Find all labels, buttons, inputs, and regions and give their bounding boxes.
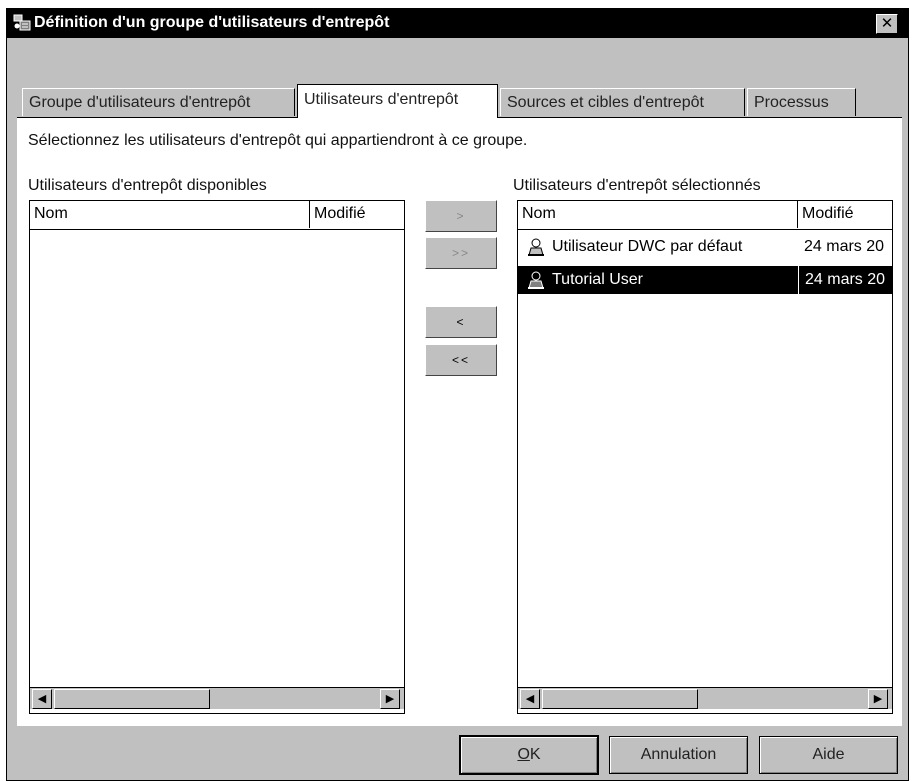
help-button[interactable]: Aide [759,736,898,774]
user-name: Tutorial User [552,271,643,288]
arrow-left-icon: ◀ [37,693,47,705]
available-hscrollbar[interactable]: ◀ ▶ [30,687,404,709]
scroll-left-button[interactable]: ◀ [32,689,52,709]
app-icon [13,14,31,31]
scroll-thumb[interactable] [542,689,698,709]
arrow-right-icon: ▶ [385,693,395,705]
ok-mnemonic: O [517,746,530,763]
available-label: Utilisateurs d'entrepôt disponibles [28,177,267,194]
column-header-modifie[interactable]: Modifié [798,201,892,228]
selected-list[interactable]: Nom Modifié Utilisateur DWC par défaut 24… [517,200,893,714]
remove-button[interactable]: < [425,306,497,338]
ok-label: K [529,746,541,763]
instruction-text: Sélectionnez les utilisateurs d'entrepôt… [28,132,528,149]
selected-label: Utilisateurs d'entrepôt sélectionnés [513,177,761,194]
tab-label: Groupe d'utilisateurs d'entrepôt [29,94,251,111]
close-icon: ✕ [880,15,894,32]
modified-date: 24 mars 20 [804,238,885,255]
tab-label: Utilisateurs d'entrepôt [304,91,459,108]
remove-all-label: << [451,353,470,367]
cancel-label: Annulation [640,746,717,763]
user-icon [528,238,544,256]
help-label: Aide [812,746,845,763]
add-button[interactable]: > [425,200,497,232]
scroll-right-button[interactable]: ▶ [380,689,400,709]
selected-header: Nom Modifié [518,201,892,230]
table-row[interactable]: Tutorial User 24 mars 20 [518,266,892,294]
tab-groupe[interactable]: Groupe d'utilisateurs d'entrepôt [22,88,295,116]
modified-date: 24 mars 20 [798,266,892,294]
scroll-right-button[interactable]: ▶ [868,689,888,709]
scroll-thumb[interactable] [54,689,210,709]
tab-sources-cibles[interactable]: Sources et cibles d'entrepôt [500,88,745,116]
arrow-left-icon: ◀ [525,693,535,705]
window-title: Définition d'un groupe d'utilisateurs d'… [34,14,390,31]
arrow-right-icon: ▶ [873,693,883,705]
add-label: > [456,209,466,223]
add-all-button[interactable]: >> [425,237,497,269]
user-icon [528,271,544,289]
column-header-nom[interactable]: Nom [30,201,310,228]
tab-processus[interactable]: Processus [747,88,856,116]
tab-label: Sources et cibles d'entrepôt [507,94,704,111]
table-row[interactable]: Utilisateur DWC par défaut 24 mars 20 [518,233,892,261]
close-button[interactable]: ✕ [876,14,898,34]
remove-label: < [456,315,466,329]
scroll-left-button[interactable]: ◀ [520,689,540,709]
add-all-label: >> [451,246,470,260]
available-list[interactable]: Nom Modifié ◀ ▶ [29,200,405,714]
column-header-modifie[interactable]: Modifié [310,201,404,228]
cancel-button[interactable]: Annulation [609,736,748,774]
available-header: Nom Modifié [30,201,404,230]
selected-hscrollbar[interactable]: ◀ ▶ [518,687,892,709]
ok-button[interactable]: OK [459,735,599,775]
remove-all-button[interactable]: << [425,344,497,376]
column-header-nom[interactable]: Nom [518,201,798,228]
tab-label: Processus [754,94,829,111]
user-name: Utilisateur DWC par défaut [552,238,743,255]
tab-utilisateurs[interactable]: Utilisateurs d'entrepôt [297,84,498,118]
